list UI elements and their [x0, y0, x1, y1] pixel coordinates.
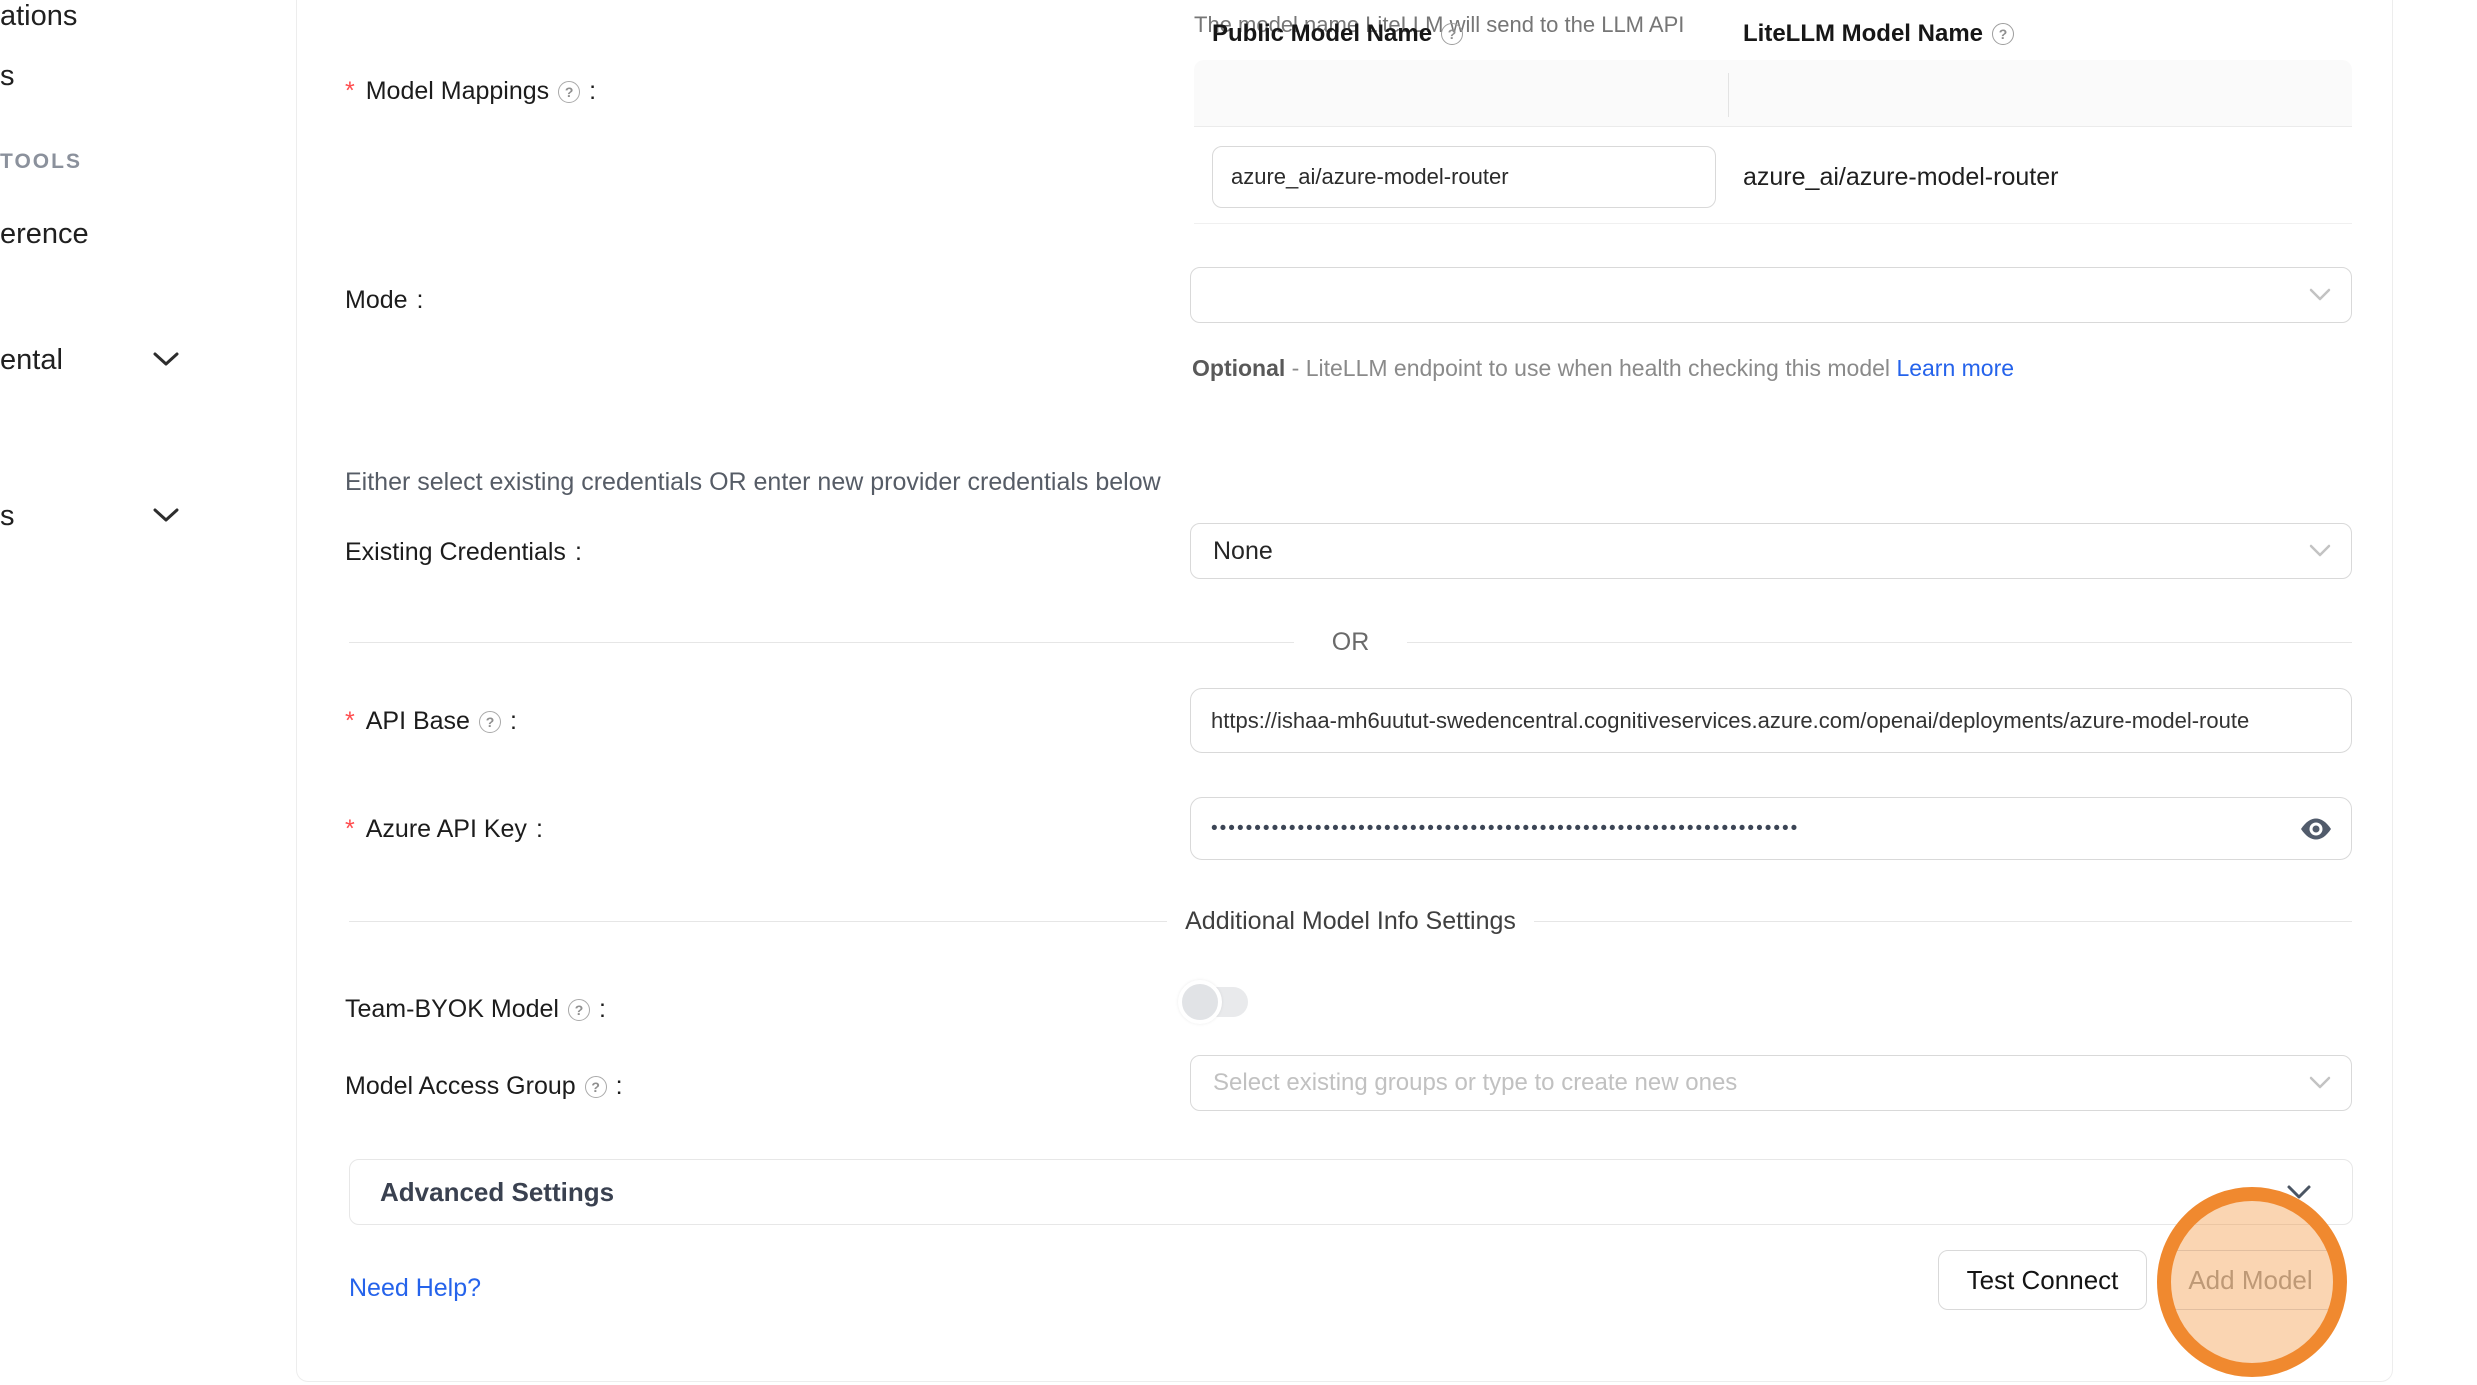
model-mappings-label-text: Model Mappings [366, 77, 549, 106]
test-connect-button[interactable]: Test Connect [1938, 1250, 2147, 1310]
learn-more-link[interactable]: Learn more [1896, 355, 2014, 381]
required-mark: * [345, 707, 355, 736]
required-mark: * [345, 815, 355, 844]
label-colon: : [510, 707, 517, 736]
mode-label: Mode : [345, 286, 424, 315]
existing-credentials-label-text: Existing Credentials [345, 538, 566, 567]
divider-line [1407, 642, 2352, 643]
column-header-public-model-name: Public Model Name ? [1212, 0, 1463, 67]
api-base-label: * API Base ? : [345, 707, 517, 736]
chevron-down-icon [2286, 1184, 2312, 1200]
model-access-group-placeholder: Select existing groups or type to create… [1213, 1069, 1737, 1097]
label-colon: : [589, 77, 596, 106]
sidebar-section-tools: TOOLS [0, 150, 82, 174]
help-icon[interactable]: ? [479, 711, 501, 733]
sidebar-item-clipped-1[interactable]: ations [0, 0, 77, 33]
public-model-name-header-text: Public Model Name [1212, 20, 1432, 48]
divider-line [349, 642, 1294, 643]
credentials-note: Either select existing credentials OR en… [345, 468, 1161, 497]
chevron-down-icon [2309, 288, 2331, 302]
sidebar-item-clipped-3[interactable]: erence [0, 218, 89, 251]
help-icon[interactable]: ? [568, 999, 590, 1021]
add-model-button[interactable]: Add Model [2165, 1250, 2336, 1310]
or-divider-text: OR [1332, 628, 1370, 657]
mode-helper-text: Optional - LiteLLM endpoint to use when … [1192, 348, 2022, 388]
chevron-down-icon [2309, 544, 2331, 558]
existing-credentials-select[interactable]: None [1190, 523, 2352, 579]
label-colon: : [575, 538, 582, 567]
toggle-knob [1178, 980, 1222, 1024]
masked-api-key-value: ••••••••••••••••••••••••••••••••••••••••… [1211, 818, 2251, 840]
mode-helper-bold: Optional [1192, 355, 1285, 381]
sidebar-item-clipped-5[interactable]: s [0, 500, 15, 533]
public-model-name-input[interactable] [1212, 146, 1716, 208]
model-access-group-label-text: Model Access Group [345, 1072, 576, 1101]
additional-model-info-divider-text: Additional Model Info Settings [1185, 907, 1516, 936]
help-icon[interactable]: ? [558, 81, 580, 103]
or-divider: OR [349, 628, 2352, 657]
column-header-litellm-model-name: LiteLLM Model Name ? [1743, 0, 2014, 67]
model-access-group-label: Model Access Group ? : [345, 1072, 623, 1101]
model-mappings-label: * Model Mappings ? : [345, 77, 596, 106]
add-model-screen: ations s TOOLS erence ental s The model … [0, 0, 2477, 1385]
table-column-divider [1728, 73, 1729, 117]
divider-line [349, 921, 1167, 922]
required-mark: * [345, 77, 355, 106]
chevron-down-icon[interactable] [152, 506, 180, 524]
eye-icon[interactable] [2299, 812, 2333, 846]
need-help-link[interactable]: Need Help? [349, 1274, 481, 1303]
mode-helper-rest: - LiteLLM endpoint to use when health ch… [1292, 355, 1890, 381]
sidebar-item-clipped-4[interactable]: ental [0, 344, 63, 377]
additional-model-info-divider: Additional Model Info Settings [349, 907, 2352, 936]
help-icon[interactable]: ? [1992, 23, 2014, 45]
team-byok-label: Team-BYOK Model ? : [345, 995, 606, 1024]
azure-api-key-input[interactable]: ••••••••••••••••••••••••••••••••••••••••… [1190, 797, 2352, 860]
label-colon: : [417, 286, 424, 315]
api-base-input[interactable] [1190, 688, 2352, 753]
azure-api-key-label-text: Azure API Key [366, 815, 527, 844]
help-icon[interactable]: ? [585, 1076, 607, 1098]
advanced-settings-label: Advanced Settings [380, 1177, 614, 1208]
api-base-label-text: API Base [366, 707, 470, 736]
azure-api-key-label: * Azure API Key : [345, 815, 543, 844]
help-icon[interactable]: ? [1441, 23, 1463, 45]
litellm-model-name-value: azure_ai/azure-model-router [1743, 163, 2058, 192]
existing-credentials-value: None [1213, 537, 1273, 566]
existing-credentials-label: Existing Credentials : [345, 538, 582, 567]
mode-select[interactable] [1190, 267, 2352, 323]
label-colon: : [616, 1072, 623, 1101]
sidebar-item-clipped-2[interactable]: s [0, 60, 15, 93]
mode-label-text: Mode [345, 286, 408, 315]
label-colon: : [536, 815, 543, 844]
advanced-settings-panel[interactable]: Advanced Settings [349, 1159, 2353, 1225]
team-byok-toggle[interactable] [1178, 980, 1250, 1024]
divider-line [1534, 921, 2352, 922]
label-colon: : [599, 995, 606, 1024]
litellm-model-name-header-text: LiteLLM Model Name [1743, 20, 1983, 48]
team-byok-label-text: Team-BYOK Model [345, 995, 559, 1024]
model-access-group-select[interactable]: Select existing groups or type to create… [1190, 1055, 2352, 1111]
model-mappings-table-header [1194, 60, 2352, 127]
chevron-down-icon[interactable] [152, 350, 180, 368]
chevron-down-icon [2309, 1076, 2331, 1090]
